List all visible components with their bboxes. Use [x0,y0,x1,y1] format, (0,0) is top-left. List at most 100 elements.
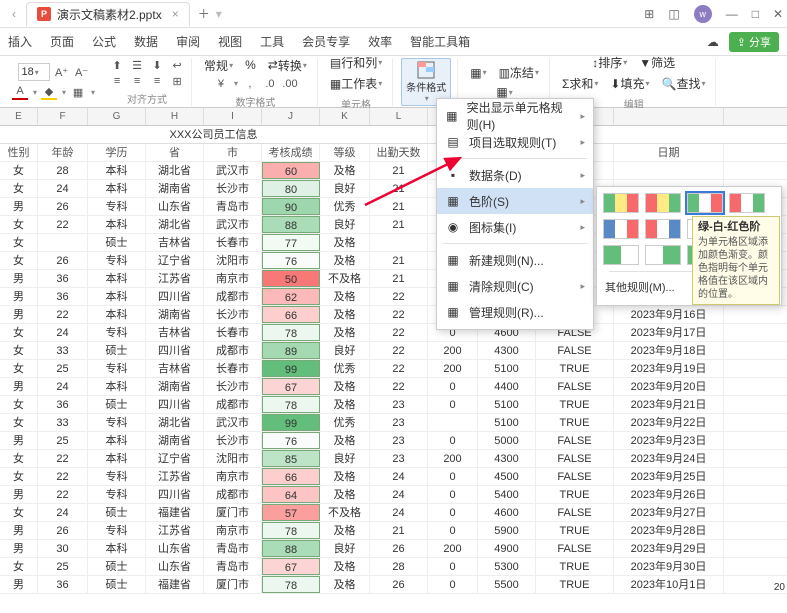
table-row[interactable]: 女22专科江苏省南京市66及格2404500FALSE2023年9月25日 [0,468,787,486]
sum-button[interactable]: Σ 求和▾ [558,73,602,94]
table-row[interactable]: 男36硕士福建省厦门市78及格2605500TRUE2023年10月1日 [0,576,787,594]
col-h: H [146,108,204,125]
menu-data[interactable]: 数据 [134,33,158,50]
filter-button[interactable]: ▼ 筛选 [635,52,679,73]
newrule-icon: ▦ [445,252,461,268]
swatch-2[interactable] [645,193,681,213]
menu-managerule[interactable]: ▦管理规则(R)... [437,299,593,325]
find-button[interactable]: 🔍 查找▾ [658,73,710,94]
table-row[interactable]: 女33专科湖北省武汉市99优秀235100TRUE2023年9月22日 [0,414,787,432]
table-row[interactable]: 男25本科湖南省长沙市76及格2305000FALSE2023年9月23日 [0,432,787,450]
freeze2-button[interactable]: ▥ 冻结▾ [495,62,543,83]
table-row[interactable]: 男30本科山东省青岛市88良好262004900FALSE2023年9月29日 [0,540,787,558]
table-row[interactable]: 女33硕士四川省成都市89良好222004300FALSE2023年9月18日 [0,342,787,360]
table-row[interactable]: 男22本科湖南省长沙市66及格2204100FALSE2023年9月16日 [0,306,787,324]
tab-menu-icon[interactable]: ▾ [216,7,222,21]
col-j: J [262,108,320,125]
dec-dec-icon[interactable]: .00 [282,76,298,92]
cloud-icon[interactable]: ☁ [707,35,719,49]
table-row[interactable]: 男26专科江苏省南京市78及格2105900TRUE2023年9月28日 [0,522,787,540]
table-row[interactable]: 女22本科辽宁省沈阳市85良好232004300FALSE2023年9月24日 [0,450,787,468]
dec-inc-icon[interactable]: .0 [262,76,278,92]
col-l: L [370,108,428,125]
menu-smart[interactable]: 智能工具箱 [410,33,470,50]
menu-efficiency[interactable]: 效率 [368,33,392,50]
menu-newrule[interactable]: ▦新建规则(N)... [437,247,593,273]
menu-formula[interactable]: 公式 [92,33,116,50]
condfmt-icon [417,61,435,79]
merge-icon[interactable]: ⊞ [169,73,185,89]
align-left-icon[interactable]: ≡ [109,73,125,89]
iconset-icon: ◉ [445,219,461,235]
currency-icon[interactable]: ¥ [213,76,229,92]
align-mid-icon[interactable]: ☰ [129,57,145,73]
table-row[interactable]: 女25专科吉林省长春市99优秀222005100TRUE2023年9月19日 [0,360,787,378]
menu-highlight[interactable]: ▦突出显示单元格规则(H)▸ [437,103,593,129]
annotation-arrow-1 [360,150,480,210]
menu-view[interactable]: 视图 [218,33,242,50]
menu-vip[interactable]: 会员专享 [302,33,350,50]
group-align-label: 对齐方式 [127,91,167,106]
font-color-icon[interactable]: A [12,84,28,100]
add-tab-icon[interactable]: ＋ [198,5,210,22]
col-k: K [320,108,370,125]
freeze-button[interactable]: ▦▾ [466,64,490,82]
column-headers: EFGHIJKLM [0,108,787,126]
fill-button[interactable]: ⬇ 填充▾ [606,73,653,94]
close-tab-icon[interactable]: × [172,7,179,21]
menu-review[interactable]: 审阅 [176,33,200,50]
swatch-4[interactable] [729,193,765,213]
close-window-icon[interactable]: ✕ [773,7,783,21]
table-row[interactable]: 女25硕士山东省青岛市67及格2805300TRUE2023年9月30日 [0,558,787,576]
sort-button[interactable]: ↕ 排序▾ [588,52,631,73]
comma-icon[interactable]: , [242,76,258,92]
wrap-icon[interactable]: ↩ [169,57,185,73]
convert-button[interactable]: ⇄转换▾ [264,55,311,76]
swatch-10[interactable] [645,245,681,265]
table-row[interactable]: 女24硕士福建省厦门市57不及格2404600FALSE2023年9月27日 [0,504,787,522]
table-row[interactable]: 男22专科四川省成都市64及格2405400TRUE2023年9月26日 [0,486,787,504]
cube-icon[interactable]: ◫ [668,7,679,21]
swatch-5[interactable] [603,219,639,239]
rowcol-button[interactable]: ▤ 行和列▾ [326,52,386,73]
file-tab[interactable]: P 演示文稿素材2.pptx × [26,2,190,26]
file-name: 演示文稿素材2.pptx [57,6,162,23]
number-format-select[interactable]: 常规▾ [200,55,237,76]
toprules-icon: ▤ [445,134,461,150]
menu-page[interactable]: 页面 [50,33,74,50]
col-e: E [0,108,38,125]
menu-clearrule[interactable]: ▦清除规则(C)▸ [437,273,593,299]
table-row[interactable]: 女24专科吉林省长春市78及格2204600FALSE2023年9月17日 [0,324,787,342]
align-top-icon[interactable]: ⬆ [109,57,125,73]
table-row[interactable]: 女36硕士四川省成都市78及格2305100TRUE2023年9月21日 [0,396,787,414]
user-avatar[interactable]: w [694,5,712,23]
align-right-icon[interactable]: ≡ [149,73,165,89]
maximize-icon[interactable]: □ [752,7,759,21]
align-bot-icon[interactable]: ⬇ [149,57,165,73]
percent-button[interactable]: % [241,56,260,74]
fontsize-input[interactable]: 18▾ [18,63,50,81]
swatch-3[interactable] [687,193,723,213]
tooltip-body: 为单元格区域添加颜色渐变。颜色指明每个单元格值在该区域内的位置。 [698,237,768,300]
col-g: G [88,108,146,125]
border-icon[interactable]: ▦ [70,84,86,100]
tab-prev-icon[interactable]: ‹ [4,7,24,21]
minimize-icon[interactable]: — [726,7,738,21]
app-icon[interactable]: ⊞ [644,7,654,21]
worksheet-button[interactable]: ▦ 工作表▾ [326,73,386,94]
swatch-1[interactable] [603,193,639,213]
share-button[interactable]: ⇪ 分享 [729,32,779,52]
grow-font-icon[interactable]: A⁺ [54,64,70,80]
menu-iconset[interactable]: ◉图标集(I)▸ [437,214,593,240]
shrink-font-icon[interactable]: A⁻ [74,64,90,80]
menu-tools[interactable]: 工具 [260,33,284,50]
menu-insert[interactable]: 插入 [8,33,32,50]
table-row[interactable]: 男24本科湖南省长沙市67及格2204400FALSE2023年9月20日 [0,378,787,396]
fill-color-icon[interactable]: ◆ [41,84,57,100]
title-row: XXX公司员工信息 [0,126,787,144]
align-center-icon[interactable]: ≡ [129,73,145,89]
swatch-6[interactable] [645,219,681,239]
col-i: I [204,108,262,125]
swatch-9[interactable] [603,245,639,265]
powerpoint-icon: P [37,7,51,21]
